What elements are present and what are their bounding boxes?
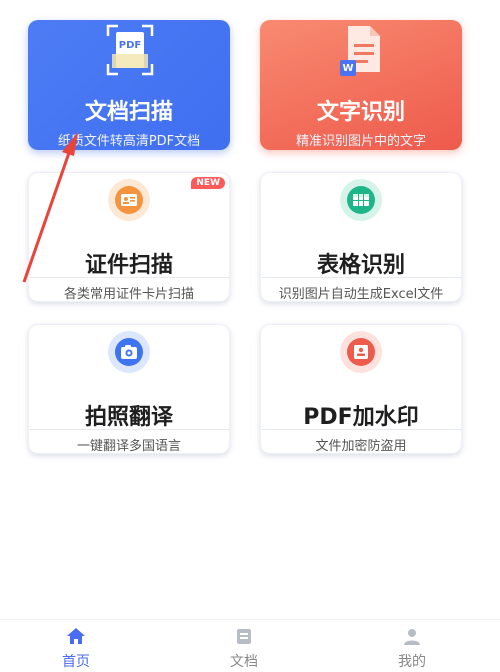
doc-scan-subtitle: 纸质文件转高清PDF文档 [57,134,201,149]
nav-mine[interactable]: 我的 [372,626,452,671]
photo-translate-card[interactable]: 拍照翻译 一键翻译多国语言 [28,324,230,454]
pdf-watermark-card[interactable]: PDF加水印 文件加密防盗用 [260,324,462,454]
id-card-icon [108,179,150,221]
nav-mine-label: 我的 [398,654,426,670]
id-scan-subtitle: 各类常用证件卡片扫描 [63,287,194,302]
text-recognition-title: 文字识别 [316,100,405,125]
pdf-icon-label: PDF [118,40,142,51]
nav-home-label: 首页 [62,654,90,670]
id-scan-card[interactable]: NEW 证件扫描 各类常用证件卡片扫描 [28,172,230,302]
photo-translate-title: 拍照翻译 [84,405,173,430]
table-recognition-title: 表格识别 [316,253,405,278]
nav-docs[interactable]: 文档 [204,626,284,671]
doc-scan-title: 文档扫描 [84,100,173,125]
text-recognition-card[interactable]: W 文字识别 精准识别图片中的文字 [260,20,462,150]
word-icon-label: W [342,63,354,74]
text-recognition-subtitle: 精准识别图片中的文字 [295,134,426,149]
camera-translate-icon [108,331,150,373]
table-recognition-card[interactable]: 表格识别 识别图片自动生成Excel文件 [260,172,462,302]
stamp-icon [340,331,382,373]
photo-translate-subtitle: 一键翻译多国语言 [76,439,181,454]
word-document-icon: W [340,22,384,80]
nav-docs-label: 文档 [230,654,258,670]
new-badge: NEW [191,177,225,189]
table-icon [340,179,382,221]
nav-home[interactable]: 首页 [36,626,116,671]
documents-icon [233,626,255,646]
user-icon [401,626,423,646]
table-recognition-subtitle: 识别图片自动生成Excel文件 [278,287,444,302]
id-scan-title: 证件扫描 [84,253,173,278]
home-icon [65,626,87,646]
pdf-scan-icon: PDF [106,24,154,76]
pdf-watermark-title: PDF加水印 [303,405,419,430]
pdf-watermark-subtitle: 文件加密防盗用 [315,439,407,454]
bottom-navigation: 首页 文档 我的 [0,619,500,672]
doc-scan-card[interactable]: PDF 文档扫描 纸质文件转高清PDF文档 [28,20,230,150]
